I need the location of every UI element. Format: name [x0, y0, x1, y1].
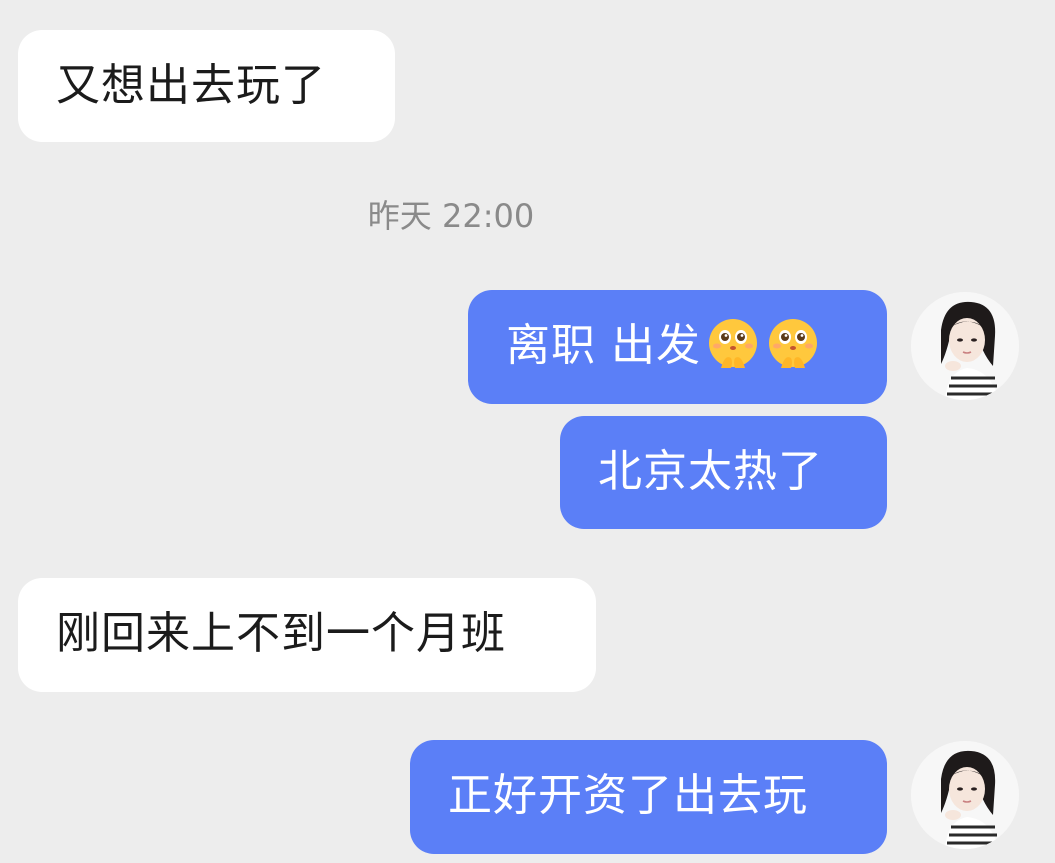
message-bubble-outgoing[interactable]: 北京太热了	[560, 416, 887, 529]
message-bubble-incoming[interactable]: 又想出去玩了	[18, 30, 395, 142]
message-text: 离职 出发	[506, 320, 701, 371]
message-text: 正好开资了出去玩	[448, 770, 808, 821]
user-avatar-image	[911, 741, 1019, 849]
message-text: 北京太热了	[598, 446, 823, 497]
user-avatar-image	[911, 292, 1019, 400]
message-text: 刚回来上不到一个月班	[56, 608, 506, 659]
pleading-hands-emoji-icon	[709, 319, 757, 368]
pleading-hands-emoji-icon	[769, 319, 817, 368]
avatar[interactable]	[911, 741, 1019, 849]
avatar[interactable]	[911, 292, 1019, 400]
message-bubble-incoming[interactable]: 刚回来上不到一个月班	[18, 578, 596, 692]
message-text: 又想出去玩了	[56, 60, 326, 111]
timestamp: 昨天 22:00	[367, 197, 535, 235]
message-bubble-outgoing[interactable]: 离职 出发	[468, 290, 887, 404]
message-bubble-outgoing[interactable]: 正好开资了出去玩	[410, 740, 887, 854]
